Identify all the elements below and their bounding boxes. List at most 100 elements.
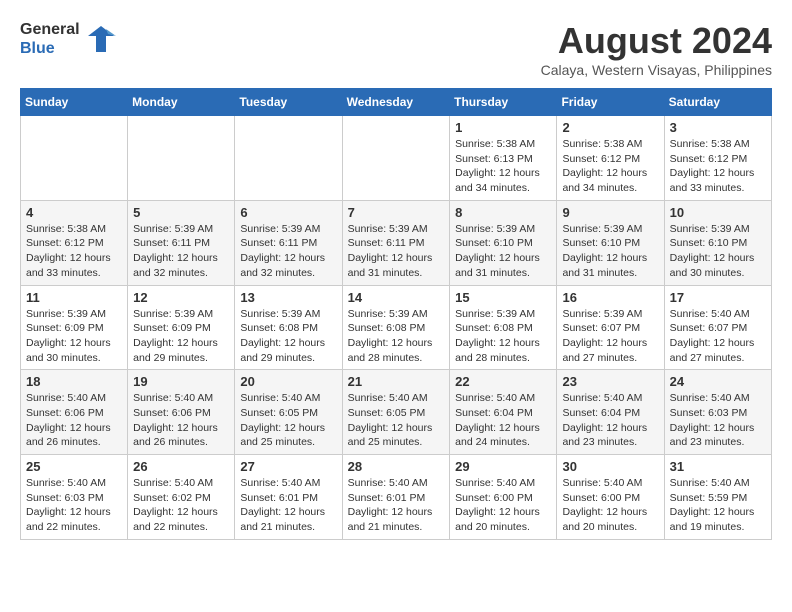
day-number: 31: [670, 459, 766, 474]
calendar-header-sunday: Sunday: [21, 89, 128, 116]
day-number: 27: [240, 459, 336, 474]
calendar-cell: 8 Sunrise: 5:39 AMSunset: 6:10 PMDaylight…: [450, 200, 557, 285]
calendar-cell: 31 Sunrise: 5:40 AMSunset: 5:59 PMDayligh…: [664, 455, 771, 540]
calendar-cell: 12 Sunrise: 5:39 AMSunset: 6:09 PMDayligh…: [128, 285, 235, 370]
day-info: Sunrise: 5:40 AMSunset: 6:02 PMDaylight:…: [133, 476, 229, 535]
calendar-cell: [235, 116, 342, 201]
calendar-cell: 23 Sunrise: 5:40 AMSunset: 6:04 PMDayligh…: [557, 370, 664, 455]
day-info: Sunrise: 5:40 AMSunset: 6:00 PMDaylight:…: [455, 476, 551, 535]
day-number: 21: [348, 374, 445, 389]
day-number: 20: [240, 374, 336, 389]
day-number: 29: [455, 459, 551, 474]
calendar-header-monday: Monday: [128, 89, 235, 116]
calendar-cell: 3 Sunrise: 5:38 AMSunset: 6:12 PMDaylight…: [664, 116, 771, 201]
day-info: Sunrise: 5:40 AMSunset: 5:59 PMDaylight:…: [670, 476, 766, 535]
day-number: 18: [26, 374, 122, 389]
day-info: Sunrise: 5:39 AMSunset: 6:10 PMDaylight:…: [455, 222, 551, 281]
day-number: 4: [26, 205, 122, 220]
day-info: Sunrise: 5:40 AMSunset: 6:06 PMDaylight:…: [133, 391, 229, 450]
day-info: Sunrise: 5:40 AMSunset: 6:01 PMDaylight:…: [348, 476, 445, 535]
day-number: 13: [240, 290, 336, 305]
day-info: Sunrise: 5:39 AMSunset: 6:11 PMDaylight:…: [240, 222, 336, 281]
calendar-week-row: 1 Sunrise: 5:38 AMSunset: 6:13 PMDaylight…: [21, 116, 772, 201]
day-number: 7: [348, 205, 445, 220]
calendar-table: SundayMondayTuesdayWednesdayThursdayFrid…: [20, 88, 772, 540]
day-number: 23: [562, 374, 658, 389]
day-info: Sunrise: 5:39 AMSunset: 6:10 PMDaylight:…: [562, 222, 658, 281]
logo: GeneralBlue: [20, 20, 116, 58]
day-info: Sunrise: 5:39 AMSunset: 6:10 PMDaylight:…: [670, 222, 766, 281]
day-info: Sunrise: 5:40 AMSunset: 6:04 PMDaylight:…: [455, 391, 551, 450]
day-info: Sunrise: 5:39 AMSunset: 6:07 PMDaylight:…: [562, 307, 658, 366]
calendar-cell: 30Sunrise: 5:40 AMSunset: 6:00 PMDayligh…: [557, 455, 664, 540]
day-info: Sunrise: 5:39 AMSunset: 6:11 PMDaylight:…: [348, 222, 445, 281]
day-info: Sunrise: 5:38 AMSunset: 6:13 PMDaylight:…: [455, 137, 551, 196]
day-info: Sunrise: 5:40 AMSunset: 6:04 PMDaylight:…: [562, 391, 658, 450]
calendar-week-row: 11 Sunrise: 5:39 AMSunset: 6:09 PMDayligh…: [21, 285, 772, 370]
calendar-week-row: 18 Sunrise: 5:40 AMSunset: 6:06 PMDayligh…: [21, 370, 772, 455]
day-number: 26: [133, 459, 229, 474]
calendar-header-wednesday: Wednesday: [342, 89, 450, 116]
calendar-week-row: 25 Sunrise: 5:40 AMSunset: 6:03 PMDayligh…: [21, 455, 772, 540]
day-number: 19: [133, 374, 229, 389]
logo-bird-icon: [86, 24, 116, 54]
day-number: 1: [455, 120, 551, 135]
calendar-cell: 27 Sunrise: 5:40 AMSunset: 6:01 PMDayligh…: [235, 455, 342, 540]
day-number: 17: [670, 290, 766, 305]
calendar-header-row: SundayMondayTuesdayWednesdayThursdayFrid…: [21, 89, 772, 116]
day-number: 22: [455, 374, 551, 389]
location-subtitle: Calaya, Western Visayas, Philippines: [541, 62, 772, 78]
day-info: Sunrise: 5:40 AMSunset: 6:01 PMDaylight:…: [240, 476, 336, 535]
day-number: 9: [562, 205, 658, 220]
day-number: 16: [562, 290, 658, 305]
day-info: Sunrise: 5:40 AMSunset: 6:00 PMDaylight:…: [562, 476, 658, 535]
calendar-week-row: 4 Sunrise: 5:38 AMSunset: 6:12 PMDaylight…: [21, 200, 772, 285]
calendar-cell: 2Sunrise: 5:38 AMSunset: 6:12 PMDaylight…: [557, 116, 664, 201]
day-number: 3: [670, 120, 766, 135]
calendar-cell: 6 Sunrise: 5:39 AMSunset: 6:11 PMDaylight…: [235, 200, 342, 285]
day-number: 5: [133, 205, 229, 220]
calendar-cell: 24 Sunrise: 5:40 AMSunset: 6:03 PMDayligh…: [664, 370, 771, 455]
calendar-cell: 29 Sunrise: 5:40 AMSunset: 6:00 PMDayligh…: [450, 455, 557, 540]
calendar-cell: 11Sunrise: 5:39 AMSunset: 6:09 PMDayligh…: [21, 285, 128, 370]
calendar-cell: 5 Sunrise: 5:39 AMSunset: 6:11 PMDaylight…: [128, 200, 235, 285]
day-info: Sunrise: 5:40 AMSunset: 6:05 PMDaylight:…: [348, 391, 445, 450]
calendar-cell: 19 Sunrise: 5:40 AMSunset: 6:06 PMDayligh…: [128, 370, 235, 455]
calendar-header-thursday: Thursday: [450, 89, 557, 116]
page-header: GeneralBlue August 2024 Calaya, Western …: [20, 20, 772, 78]
calendar-cell: 7 Sunrise: 5:39 AMSunset: 6:11 PMDaylight…: [342, 200, 450, 285]
day-number: 24: [670, 374, 766, 389]
day-number: 6: [240, 205, 336, 220]
day-info: Sunrise: 5:39 AMSunset: 6:08 PMDaylight:…: [240, 307, 336, 366]
calendar-cell: 4 Sunrise: 5:38 AMSunset: 6:12 PMDaylight…: [21, 200, 128, 285]
day-info: Sunrise: 5:39 AMSunset: 6:09 PMDaylight:…: [133, 307, 229, 366]
calendar-cell: 26 Sunrise: 5:40 AMSunset: 6:02 PMDayligh…: [128, 455, 235, 540]
calendar-cell: [342, 116, 450, 201]
calendar-cell: 17 Sunrise: 5:40 AMSunset: 6:07 PMDayligh…: [664, 285, 771, 370]
day-info: Sunrise: 5:40 AMSunset: 6:03 PMDaylight:…: [670, 391, 766, 450]
day-info: Sunrise: 5:38 AMSunset: 6:12 PMDaylight:…: [670, 137, 766, 196]
day-number: 15: [455, 290, 551, 305]
day-number: 25: [26, 459, 122, 474]
logo-text: GeneralBlue: [20, 20, 80, 58]
calendar-cell: 16 Sunrise: 5:39 AMSunset: 6:07 PMDayligh…: [557, 285, 664, 370]
calendar-header-friday: Friday: [557, 89, 664, 116]
calendar-cell: 15Sunrise: 5:39 AMSunset: 6:08 PMDayligh…: [450, 285, 557, 370]
calendar-cell: 22 Sunrise: 5:40 AMSunset: 6:04 PMDayligh…: [450, 370, 557, 455]
day-info: Sunrise: 5:40 AMSunset: 6:03 PMDaylight:…: [26, 476, 122, 535]
calendar-cell: 25 Sunrise: 5:40 AMSunset: 6:03 PMDayligh…: [21, 455, 128, 540]
calendar-header-tuesday: Tuesday: [235, 89, 342, 116]
month-year-title: August 2024: [541, 20, 772, 62]
day-info: Sunrise: 5:38 AMSunset: 6:12 PMDaylight:…: [26, 222, 122, 281]
day-number: 14: [348, 290, 445, 305]
day-number: 8: [455, 205, 551, 220]
calendar-cell: 20 Sunrise: 5:40 AMSunset: 6:05 PMDayligh…: [235, 370, 342, 455]
day-number: 11: [26, 290, 122, 305]
day-info: Sunrise: 5:39 AMSunset: 6:11 PMDaylight:…: [133, 222, 229, 281]
day-info: Sunrise: 5:40 AMSunset: 6:05 PMDaylight:…: [240, 391, 336, 450]
day-info: Sunrise: 5:40 AMSunset: 6:07 PMDaylight:…: [670, 307, 766, 366]
day-info: Sunrise: 5:39 AMSunset: 6:08 PMDaylight:…: [348, 307, 445, 366]
calendar-cell: 14 Sunrise: 5:39 AMSunset: 6:08 PMDayligh…: [342, 285, 450, 370]
calendar-cell: 13 Sunrise: 5:39 AMSunset: 6:08 PMDayligh…: [235, 285, 342, 370]
day-number: 12: [133, 290, 229, 305]
